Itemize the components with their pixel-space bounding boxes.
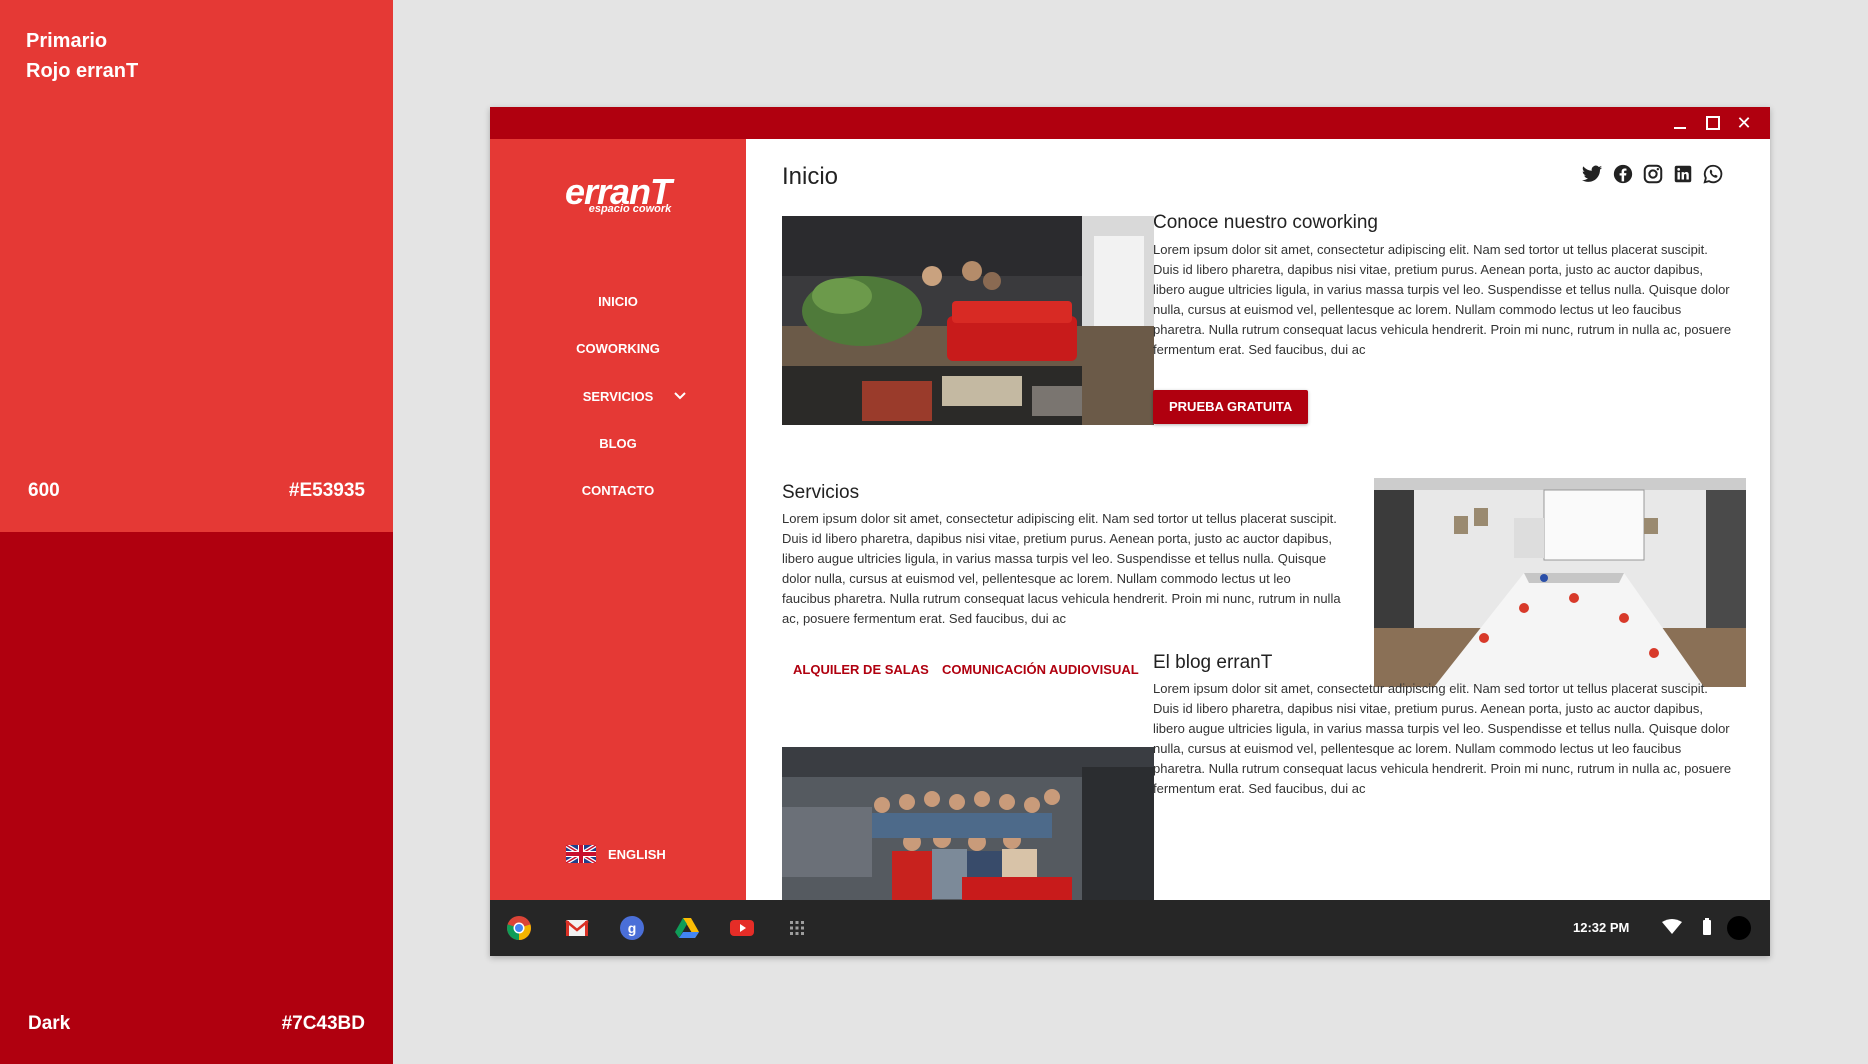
instagram-icon[interactable] — [1642, 163, 1664, 185]
nav-item-servicios[interactable]: SERVICIOS — [490, 389, 746, 404]
language-label: ENGLISH — [608, 846, 666, 862]
google-plus-icon[interactable]: g — [619, 915, 645, 941]
sidebar: erranT espacio cowork INICIO COWORKING S… — [490, 139, 746, 900]
battery-icon[interactable] — [1702, 918, 1712, 936]
primary-swatch: Primario Rojo erranT 600 #E53935 — [0, 0, 393, 532]
app-launcher-icon[interactable] — [784, 915, 810, 941]
wifi-icon[interactable] — [1662, 918, 1682, 936]
section-title-servicios: Servicios — [782, 482, 860, 503]
primary-swatch-title-line2: Rojo erranT — [26, 60, 139, 82]
nav-item-coworking[interactable]: COWORKING — [490, 341, 746, 356]
drive-icon[interactable] — [674, 915, 700, 941]
youtube-icon[interactable] — [729, 915, 755, 941]
chrome-icon[interactable] — [506, 915, 532, 941]
section-title-blog: El blog erranT — [1153, 652, 1273, 673]
coworking-photo — [782, 216, 1154, 425]
facebook-icon[interactable] — [1612, 163, 1634, 185]
language-switcher[interactable]: ENGLISH — [566, 845, 666, 863]
color-palette: Primario Rojo erranT 600 #E53935 Dark #7… — [0, 0, 393, 1064]
primary-shade-label: 600 — [28, 480, 60, 501]
section-title-coworking: Conoce nuestro coworking — [1153, 212, 1378, 233]
primary-swatch-title-line1: Primario — [26, 30, 108, 52]
window-titlebar: ✕ — [490, 107, 1770, 139]
primary-swatch-title: Primario Rojo erranT — [26, 26, 138, 86]
dark-hex-label: #7C43BD — [281, 1013, 365, 1034]
nav-item-blog[interactable]: BLOG — [490, 436, 746, 451]
primary-swatch-row: 600 #E53935 — [28, 480, 365, 502]
section-text-coworking: Lorem ipsum dolor sit amet, consectetur … — [1153, 242, 1732, 357]
section-text-blog: Lorem ipsum dolor sit amet, consectetur … — [1153, 681, 1732, 796]
whatsapp-icon[interactable] — [1702, 163, 1724, 185]
twitter-icon[interactable] — [1581, 163, 1603, 185]
page-title: Inicio — [782, 163, 839, 190]
clock[interactable]: 12:32 PM — [1573, 920, 1629, 935]
nav-item-contacto[interactable]: CONTACTO — [490, 483, 746, 498]
close-button[interactable]: ✕ — [1734, 113, 1754, 133]
dark-shade-label: Dark — [28, 1013, 71, 1034]
app-window: ✕ erranT espacio cowork INICIO COWORKING… — [490, 107, 1770, 956]
audiovisual-link[interactable]: COMUNICACIÓN AUDIOVISUAL — [942, 662, 1139, 677]
meeting-room-photo — [1374, 478, 1746, 687]
avatar[interactable] — [1727, 916, 1751, 940]
dark-swatch-row: Dark #7C43BD — [28, 1013, 365, 1035]
chevron-down-icon[interactable] — [673, 389, 687, 403]
os-shelf: g 12:32 PM — [490, 900, 1770, 956]
maximize-button[interactable] — [1702, 113, 1722, 133]
main-content: Inicio Conoce nuestro coworking Lorem ip… — [746, 139, 1770, 900]
dark-swatch: Dark #7C43BD — [0, 532, 393, 1064]
free-trial-button[interactable]: PRUEBA GRATUITA — [1153, 390, 1309, 424]
svg-text:g: g — [628, 920, 637, 936]
primary-hex-label: #E53935 — [288, 480, 365, 501]
nav-item-servicios-label: SERVICIOS — [582, 389, 654, 404]
errant-logo[interactable]: erranT espacio cowork — [558, 174, 678, 216]
uk-flag-icon — [566, 845, 596, 863]
minimize-button[interactable] — [1670, 113, 1690, 133]
section-text-servicios: Lorem ipsum dolor sit amet, consectetur … — [782, 511, 1341, 626]
room-rental-link[interactable]: ALQUILER DE SALAS — [793, 662, 929, 677]
team-photo — [782, 747, 1154, 900]
linkedin-icon[interactable] — [1672, 163, 1694, 185]
nav-item-inicio[interactable]: INICIO — [490, 294, 746, 309]
gmail-icon[interactable] — [564, 915, 590, 941]
